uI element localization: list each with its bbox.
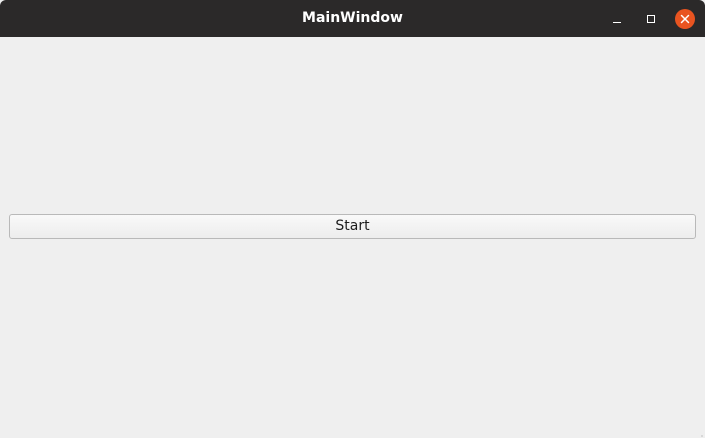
window-title: MainWindow xyxy=(302,10,403,26)
main-window: MainWindow Start xyxy=(0,0,705,438)
central-widget: Start xyxy=(0,37,705,438)
start-button[interactable]: Start xyxy=(9,214,696,239)
close-icon[interactable] xyxy=(675,9,695,29)
title-bar[interactable]: MainWindow xyxy=(0,0,705,37)
minimize-icon[interactable] xyxy=(607,9,627,29)
maximize-icon[interactable] xyxy=(641,9,661,29)
resize-grip-icon[interactable] xyxy=(695,428,703,437)
